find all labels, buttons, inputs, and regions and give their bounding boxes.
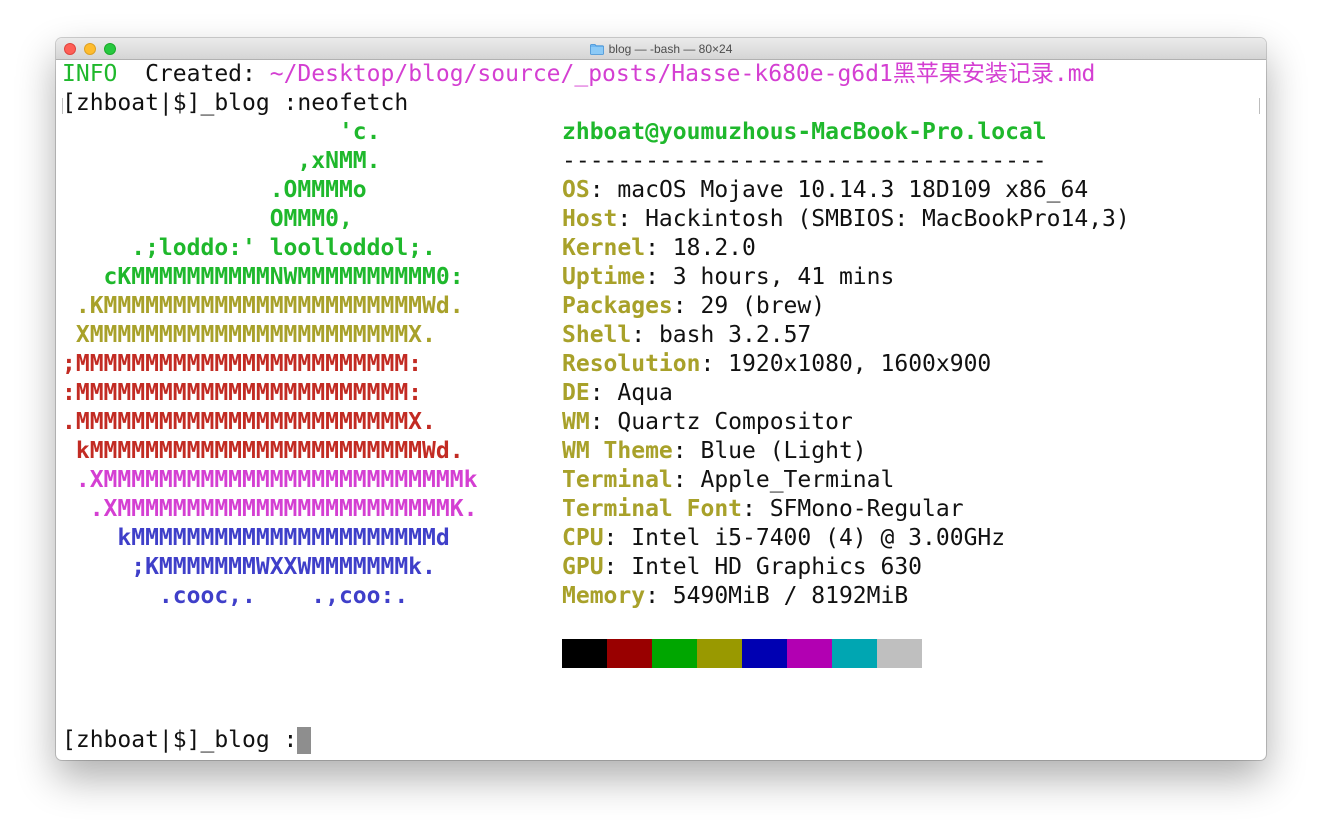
logo-line: .XMMMMMMMMMMMMMMMMMMMMMMMMK.: [62, 496, 478, 522]
logo-line: :MMMMMMMMMMMMMMMMMMMMMMMM:: [62, 380, 423, 406]
info-row: DE: Aqua: [562, 379, 673, 408]
info-row: Host: Hackintosh (SMBIOS: MacBookPro14,3…: [562, 205, 1130, 234]
color-swatch: [652, 639, 697, 668]
info-row: Terminal: Apple_Terminal: [562, 466, 894, 495]
info-value: : SFMono-Regular: [742, 496, 964, 522]
info-row: WM Theme: Blue (Light): [562, 437, 867, 466]
color-swatch: [787, 639, 832, 668]
info-tag: INFO: [62, 61, 118, 87]
info-row: CPU: Intel i5-7400 (4) @ 3.00GHz: [562, 524, 1005, 553]
logo-line: .XMMMMMMMMMMMMMMMMMMMMMMMMMMk: [62, 467, 478, 493]
prompt-line: [zhboat|$]_blog :neofetch: [62, 90, 409, 116]
logo-line: ;KMMMMMMMWXXWMMMMMMMk.: [62, 554, 436, 580]
info-row: OS: macOS Mojave 10.14.3 18D109 x86_64: [562, 176, 1088, 205]
info-row: Uptime: 3 hours, 41 mins: [562, 263, 894, 292]
info-key: OS: [562, 177, 590, 203]
info-value: : 5490MiB / 8192MiB: [645, 583, 909, 609]
info-row: Shell: bash 3.2.57: [562, 321, 811, 350]
info-value: : 18.2.0: [645, 235, 756, 261]
info-row: Memory: 5490MiB / 8192MiB: [562, 582, 908, 611]
info-key: Uptime: [562, 264, 646, 290]
info-row: WM: Quartz Compositor: [562, 408, 853, 437]
color-swatch: [832, 639, 877, 668]
logo-line: 'c.: [62, 119, 381, 145]
logo-line: cKMMMMMMMMMMNWMMMMMMMMMM0:: [62, 264, 464, 290]
created-label: Created:: [117, 61, 270, 87]
prompt-text: [zhboat|$]_blog :: [62, 727, 298, 753]
info-key: Shell: [562, 322, 632, 348]
logo-line: OMMM0,: [62, 206, 353, 232]
info-row: Terminal Font: SFMono-Regular: [562, 495, 964, 524]
color-swatch: [877, 639, 922, 668]
info-key: WM Theme: [562, 438, 673, 464]
terminal-window[interactable]: blog — -bash — 80×24 INFO Created: ~/Des…: [56, 38, 1266, 760]
info-value: : Blue (Light): [672, 438, 867, 464]
info-row: Packages: 29 (brew): [562, 292, 825, 321]
info-value: : 29 (brew): [672, 293, 826, 319]
info-key: WM: [562, 409, 590, 435]
color-swatch: [607, 639, 652, 668]
info-value: : Intel i5-7400 (4) @ 3.00GHz: [603, 525, 1006, 551]
info-key: Packages: [562, 293, 673, 319]
color-swatch: [742, 639, 787, 668]
logo-line: .MMMMMMMMMMMMMMMMMMMMMMMMX.: [62, 409, 436, 435]
separator-line: -----------------------------------: [562, 148, 1047, 174]
color-palette: [562, 639, 922, 668]
right-margin-marker: [1259, 98, 1260, 114]
logo-line: .;loddo:' loolloddol;.: [62, 235, 436, 261]
info-row: Kernel: 18.2.0: [562, 234, 756, 263]
info-value: : macOS Mojave 10.14.3 18D109 x86_64: [589, 177, 1089, 203]
terminal-content[interactable]: INFO Created: ~/Desktop/blog/source/_pos…: [62, 60, 1260, 760]
info-key: Terminal Font: [562, 496, 743, 522]
logo-line: kMMMMMMMMMMMMMMMMMMMMMMd: [62, 525, 450, 551]
info-key: CPU: [562, 525, 604, 551]
color-swatch: [562, 639, 607, 668]
info-value: : Intel HD Graphics 630: [603, 554, 923, 580]
info-row: Resolution: 1920x1080, 1600x900: [562, 350, 991, 379]
color-swatch: [697, 639, 742, 668]
info-value: : 3 hours, 41 mins: [645, 264, 895, 290]
logo-line: ,xNMM.: [62, 148, 381, 174]
created-path: ~/Desktop/blog/source/_posts/Hasse-k680e…: [269, 61, 1096, 87]
title-bar[interactable]: blog — -bash — 80×24: [56, 38, 1266, 60]
info-value: : Aqua: [589, 380, 673, 406]
text-cursor: [297, 727, 312, 754]
info-key: Terminal: [562, 467, 673, 493]
info-value: : Quartz Compositor: [589, 409, 853, 435]
user-host: zhboat@youmuzhous-MacBook-Pro.local: [562, 119, 1047, 145]
logo-line: .OMMMMo: [62, 177, 367, 203]
logo-line: XMMMMMMMMMMMMMMMMMMMMMMMX.: [62, 322, 436, 348]
info-value: : Apple_Terminal: [672, 467, 895, 493]
logo-line: ;MMMMMMMMMMMMMMMMMMMMMMMM:: [62, 351, 423, 377]
log-line: INFO Created: ~/Desktop/blog/source/_pos…: [62, 60, 1095, 89]
info-value: : 1920x1080, 1600x900: [700, 351, 992, 377]
window-title: blog — -bash — 80×24: [56, 38, 1266, 60]
info-key: GPU: [562, 554, 604, 580]
folder-icon: [589, 43, 604, 55]
info-value: : Hackintosh (SMBIOS: MacBookPro14,3): [617, 206, 1130, 232]
info-row: GPU: Intel HD Graphics 630: [562, 553, 922, 582]
info-key: Resolution: [562, 351, 701, 377]
window-title-text: blog — -bash — 80×24: [608, 42, 733, 56]
info-value: : bash 3.2.57: [631, 322, 812, 348]
info-key: Kernel: [562, 235, 646, 261]
logo-line: kMMMMMMMMMMMMMMMMMMMMMMMMWd.: [62, 438, 464, 464]
info-key: Memory: [562, 583, 646, 609]
info-key: DE: [562, 380, 590, 406]
logo-line: .cooc,. .,coo:.: [62, 583, 409, 609]
logo-line: .KMMMMMMMMMMMMMMMMMMMMMMMWd.: [62, 293, 464, 319]
info-key: Host: [562, 206, 618, 232]
prompt-line-active[interactable]: [zhboat|$]_blog :: [62, 726, 312, 755]
